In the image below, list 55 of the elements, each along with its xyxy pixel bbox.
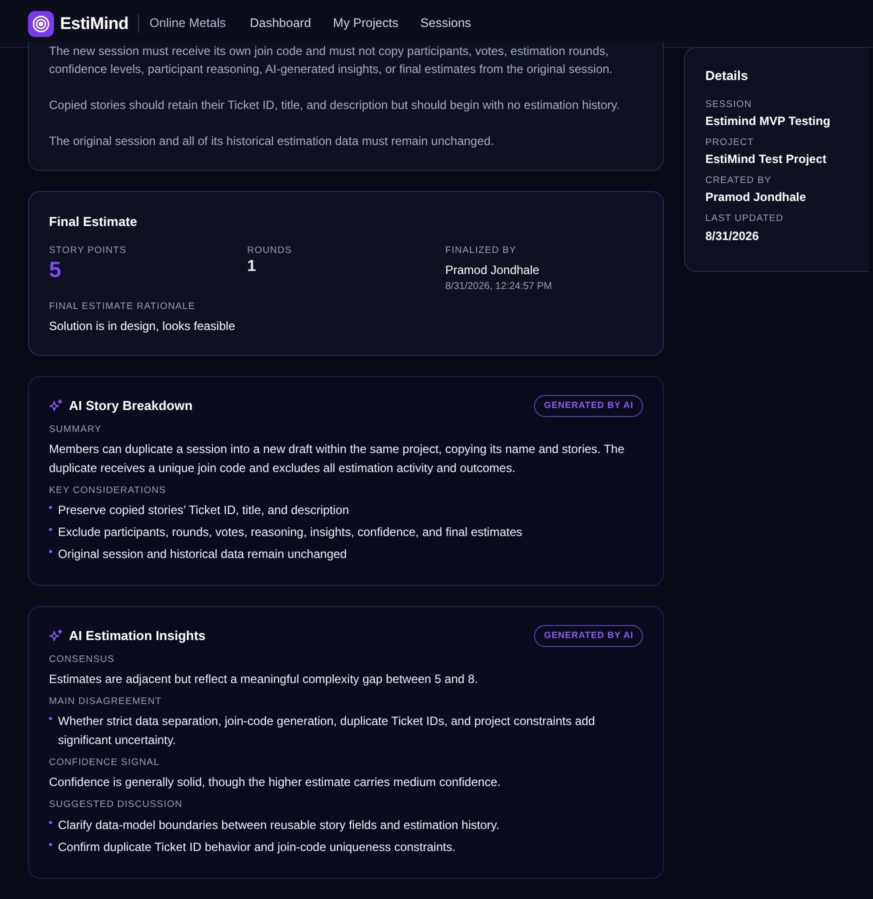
card-title: Details <box>705 67 750 85</box>
section-label: CONSENSUS <box>49 652 116 666</box>
description-paragraph: Copied stories should retain their Ticket ID, title, and description but should begin with no estimation history. <box>49 97 621 114</box>
finalized-timestamp: 8/31/2026, 12:24:57 PM <box>445 280 553 294</box>
nav-link[interactable]: My Projects <box>333 14 398 33</box>
section-text: Confidence is generally solid, though the higher estimate carries medium confidence. <box>49 774 502 792</box>
bullet-icon <box>49 528 52 531</box>
list-item-text: Exclude participants, rounds, votes, reasoning, insights, confidence, and final estimates <box>58 524 522 541</box>
sparkle-icon <box>49 628 63 643</box>
field-value: 8/31/2026 <box>705 228 760 244</box>
bullet-icon <box>49 506 52 509</box>
list-item-text: Whether strict data separation, join-code generation, duplicate Ticket IDs, and project constraints add significant uncertainty. <box>58 713 596 749</box>
rationale-text: Solution is in design, looks feasible <box>49 318 236 335</box>
field-value: EstiMind Test Project <box>705 151 828 168</box>
bullet-icon <box>49 820 52 824</box>
field-label: STORY POINTS <box>49 244 128 258</box>
ai-badge: GENERATED BY AI <box>534 625 644 646</box>
section-label: SUGGESTED DISCUSSION <box>49 798 184 812</box>
brand-name: EstiMind <box>60 12 128 35</box>
ai-badge: GENERATED BY AI <box>534 395 644 416</box>
list-item-text: Original session and historical data remain unchanged <box>58 546 347 563</box>
bullet-icon <box>49 717 52 720</box>
section-text: Estimates are adjacent but reflect a meaningful complexity gap between 5 and 8. <box>49 670 479 688</box>
finalizer-name: Pramod Jondhale <box>445 262 540 279</box>
card-title: Final Estimate <box>49 213 138 231</box>
nav-link[interactable]: Sessions <box>420 14 472 33</box>
story-points-value: 5 <box>49 258 62 282</box>
logo-icon <box>28 10 54 36</box>
rounds-value: 1 <box>247 258 258 276</box>
section-label: MAIN DISAGREEMENT <box>49 694 163 709</box>
section-text: Members can duplicate a session into a new draft within the same project, copying its name and stories. The duplicate receives a unique join code and excludes all estimation activity and outcomes. <box>49 440 626 477</box>
field-label: FINAL ESTIMATE RATIONALE <box>49 300 196 314</box>
card-title: AI Estimation Insights <box>69 627 206 645</box>
list-item-text: Preserve copied stories’ Ticket ID, title, and description <box>58 502 350 519</box>
field-label: FINALIZED BY <box>445 244 518 258</box>
field-label: ROUNDS <box>247 244 293 258</box>
list-item-text: Confirm duplicate Ticket ID behavior and join-code uniqueness constraints. <box>58 838 456 856</box>
sparkle-icon <box>49 398 63 413</box>
bullet-icon <box>49 842 52 846</box>
section-label: SUMMARY <box>49 422 103 436</box>
nav-link[interactable]: Dashboard <box>250 14 312 33</box>
description-paragraph: The original session and all of its historical estimation data must remain unchanged. <box>49 133 495 150</box>
bullet-icon <box>49 550 52 553</box>
description-paragraph: The new session must receive its own join code and must not copy participants, votes, estimation rounds, confidence levels, participant reasoning, AI-generated insights, or final estimates from the original session. <box>49 43 614 78</box>
field-label: SESSION <box>705 98 753 112</box>
field-value: Estimind MVP Testing <box>705 112 832 130</box>
field-label: PROJECT <box>705 136 755 150</box>
field-label: LAST UPDATED <box>705 212 784 226</box>
list-item-text: Clarify data-model boundaries between reusable story fields and estimation history. <box>58 816 500 834</box>
field-label: CREATED BY <box>705 174 772 188</box>
card-title: AI Story Breakdown <box>69 397 193 415</box>
section-label: KEY CONSIDERATIONS <box>49 484 168 498</box>
field-value: Pramod Jondhale <box>705 189 808 206</box>
organization-name: Online Metals <box>138 14 226 33</box>
section-label: CONFIDENCE SIGNAL <box>49 756 160 770</box>
